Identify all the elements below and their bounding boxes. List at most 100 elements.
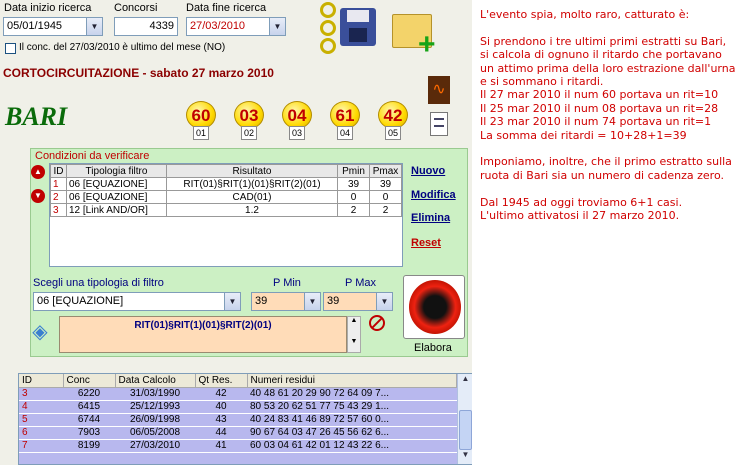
data-fine-select[interactable]: 27/03/2010 ▼ [186, 17, 286, 36]
cell-data: 27/03/2010 [115, 439, 195, 453]
cell-data: 26/09/1998 [115, 413, 195, 427]
note-line [480, 21, 748, 34]
save-floppy-icon[interactable] [340, 8, 376, 46]
cell-pmax: 39 [369, 177, 402, 191]
elimina-link[interactable]: Elimina [411, 212, 450, 224]
tipologia-select[interactable]: 06 [EQUAZIONE] ▼ [33, 292, 241, 311]
number-value: 42 [378, 101, 408, 129]
diamond-icon[interactable]: ◈ [29, 321, 51, 343]
note-line [480, 142, 748, 155]
table-row[interactable]: 2 06 [EQUAZIONE] CAD(01) 0 0 [50, 190, 402, 204]
move-down-icon[interactable]: ▼ [31, 189, 45, 203]
pmin-label: P Min [273, 277, 301, 289]
formula-scrollbar[interactable]: ▲ ▼ [347, 316, 361, 353]
number-position: 02 [241, 126, 257, 140]
cell-pmin: 39 [337, 177, 370, 191]
pmax-label: P Max [345, 277, 376, 289]
chevron-down-icon[interactable]: ▼ [224, 293, 240, 310]
number-bulb-1: 60 01 [186, 101, 216, 141]
open-folder-icon[interactable]: + [388, 4, 444, 60]
number-value: 04 [282, 101, 312, 129]
chevron-up-icon[interactable]: ▲ [458, 374, 473, 388]
number-value: 03 [234, 101, 264, 129]
note-line: un attimo prima della loro estrazione da… [480, 61, 736, 75]
table-row[interactable]: 1 06 [EQUAZIONE] RIT(01)§RIT(1)(01)§RIT(… [50, 177, 402, 191]
modifica-link[interactable]: Modifica [411, 189, 456, 201]
scroll-thumb[interactable] [459, 410, 472, 450]
cell-conc: 6415 [63, 400, 115, 414]
col-data: Data Calcolo [115, 374, 196, 388]
table-row[interactable]: 3 12 [Link AND/OR] 1.2 2 2 [50, 203, 402, 217]
waveform-icon[interactable]: ∿ [428, 76, 450, 104]
chevron-down-icon[interactable]: ▼ [376, 293, 392, 310]
cancel-icon[interactable] [369, 315, 385, 331]
ultimo-mese-label: Il conc. del 27/03/2010 è ultimo del mes… [19, 42, 226, 53]
table-row[interactable]: 7 8199 27/03/2010 41 60 03 04 61 42 01 1… [19, 439, 457, 453]
number-position: 01 [193, 126, 209, 140]
wheel-name: BARI [5, 102, 68, 131]
cell-numeri: 40 24 83 41 46 89 72 57 60 0... [247, 413, 457, 427]
cell-data: 06/05/2008 [115, 426, 195, 440]
reset-link[interactable]: Reset [411, 237, 441, 249]
cell-id: 4 [19, 400, 63, 414]
data-inizio-select[interactable]: 05/01/1945 ▼ [3, 17, 103, 36]
conditions-table: ID Tipologia filtro Risultato Pmin Pmax … [49, 163, 403, 267]
table-row[interactable]: 6 7903 06/05/2008 44 90 67 64 03 47 26 4… [19, 426, 457, 440]
results-scrollbar[interactable]: ▲ ▼ [457, 374, 473, 464]
number-value: 60 [186, 101, 216, 129]
ultimo-mese-checkbox[interactable] [5, 43, 16, 54]
note-line: Si prendono i tre ultimi primi estratti … [480, 34, 727, 48]
conditions-legend: Condizioni da verificare [35, 150, 150, 162]
cell-id: 2 [50, 190, 67, 204]
coins-icon[interactable] [318, 0, 338, 58]
pmax-value: 39 [327, 295, 340, 307]
cell-qt: 44 [195, 426, 247, 440]
cell-tipo: 12 [Link AND/OR] [66, 203, 167, 217]
cell-data: 25/12/1993 [115, 400, 195, 414]
table-row[interactable]: 5 6744 26/09/1998 43 40 24 83 41 46 89 7… [19, 413, 457, 427]
col-id: ID [19, 374, 64, 388]
number-position: 03 [289, 126, 305, 140]
number-position: 05 [385, 126, 401, 140]
pmax-select[interactable]: 39 ▼ [323, 292, 393, 311]
concorsi-value: 4339 [149, 20, 174, 32]
concorsi-label: Concorsi [114, 2, 158, 14]
scegli-label: Scegli una tipologia di filtro [33, 277, 164, 289]
elabora-button[interactable] [403, 275, 465, 339]
concorsi-field[interactable]: 4339 [114, 17, 178, 36]
chevron-down-icon[interactable]: ▼ [458, 450, 473, 464]
title-date: - sabato 27 marzo 2010 [139, 66, 274, 80]
cell-conc: 7903 [63, 426, 115, 440]
cell-pmin: 2 [337, 203, 370, 217]
nuovo-link[interactable]: Nuovo [411, 165, 445, 177]
note-line: si calcola di ognuno il ritardo che port… [480, 48, 722, 62]
cell-qt: 40 [195, 400, 247, 414]
cell-tipo: 06 [EQUAZIONE] [66, 190, 167, 204]
table-row[interactable]: 3 6220 31/03/1990 42 40 48 61 20 29 90 7… [19, 387, 457, 401]
note-line: ruota di Bari sia un numero di cadenza z… [480, 168, 724, 182]
chevron-down-icon[interactable]: ▼ [86, 18, 102, 35]
col-numeri: Numeri residui [247, 374, 457, 388]
col-qt: Qt Res. [195, 374, 248, 388]
col-pmin: Pmin [337, 164, 370, 178]
note-line: La somma dei ritardi = 10+28+1=39 [480, 128, 687, 142]
documents-icon[interactable] [430, 112, 448, 136]
cell-numeri: 90 67 64 03 47 26 45 56 62 6... [247, 426, 457, 440]
formula-text: RIT(01)§RIT(1)(01)§RIT(2)(01) [134, 320, 272, 331]
note-line [480, 182, 748, 195]
cell-tipo: 06 [EQUAZIONE] [66, 177, 167, 191]
tipologia-value: 06 [EQUAZIONE] [37, 295, 124, 307]
cell-conc: 6220 [63, 387, 115, 401]
note-line: Il 25 mar 2010 il num 08 portava un rit=… [480, 101, 719, 115]
cell-ris: 1.2 [166, 203, 338, 217]
cell-numeri: 40 48 61 20 29 90 72 64 09 7... [247, 387, 457, 401]
chevron-down-icon[interactable]: ▼ [304, 293, 320, 310]
chevron-down-icon[interactable]: ▼ [269, 18, 285, 35]
formula-box[interactable]: RIT(01)§RIT(1)(01)§RIT(2)(01) [59, 316, 347, 353]
table-row[interactable]: 4 6415 25/12/1993 40 80 53 20 62 51 77 7… [19, 400, 457, 414]
note-line: e si sommano i ritardi. [480, 75, 604, 89]
notes-text: L'evento spia, molto raro, catturato è: … [480, 8, 748, 222]
move-up-icon[interactable]: ▲ [31, 165, 45, 179]
pmin-value: 39 [255, 295, 268, 307]
pmin-select[interactable]: 39 ▼ [251, 292, 321, 311]
